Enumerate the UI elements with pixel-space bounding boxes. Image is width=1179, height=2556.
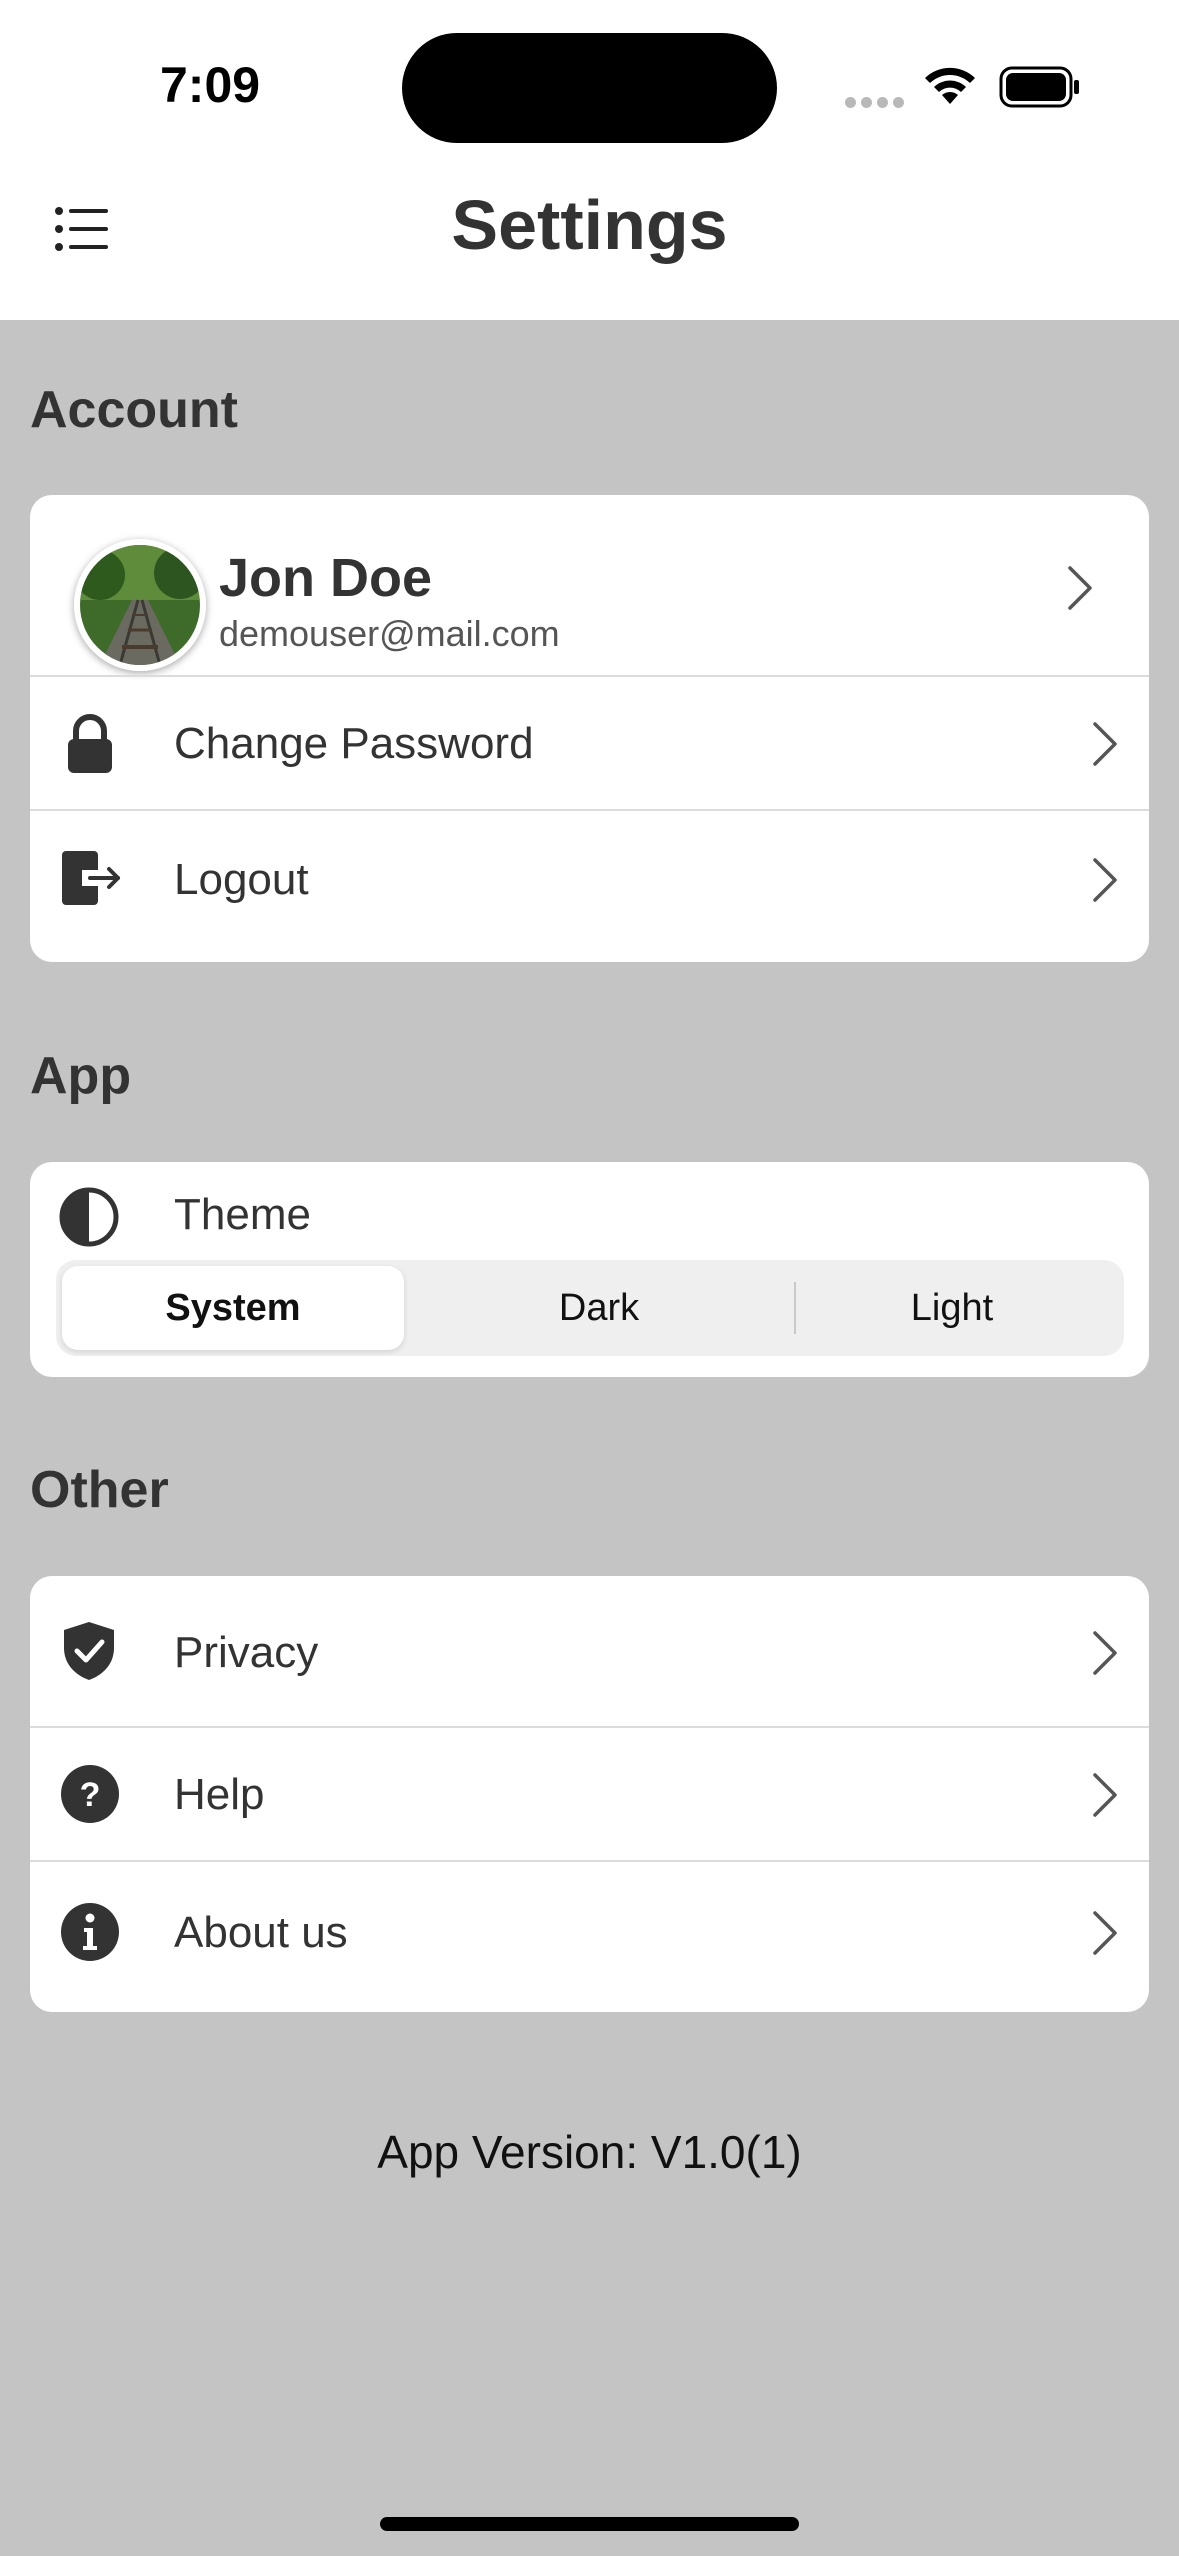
chevron-right-icon (1093, 858, 1117, 902)
theme-label: Theme (174, 1190, 311, 1239)
contrast-icon (59, 1187, 119, 1247)
account-card: Jon Doe demouser@mail.com Change Passwor… (30, 495, 1149, 962)
theme-option-light[interactable]: Light (786, 1266, 1118, 1350)
other-card: Privacy ? Help About us (30, 1576, 1149, 2012)
user-email: demouser@mail.com (219, 613, 560, 654)
logout-row[interactable]: Logout (30, 809, 1149, 962)
wifi-icon (925, 67, 975, 104)
privacy-row[interactable]: Privacy (30, 1576, 1149, 1726)
top-bar: 7:09 Settings (0, 0, 1179, 320)
section-title-app: App (30, 1047, 132, 1105)
app-version: App Version: V1.0(1) (377, 2126, 802, 2178)
change-password-label: Change Password (174, 719, 534, 768)
logout-label: Logout (174, 855, 309, 904)
battery-icon (999, 66, 1079, 108)
svg-text:?: ? (80, 1776, 101, 1814)
chevron-right-icon (1093, 1773, 1117, 1817)
shield-check-icon (64, 1622, 114, 1680)
help-row[interactable]: ? Help (30, 1726, 1149, 1862)
chevron-right-icon (1093, 1911, 1117, 1955)
lock-icon (68, 714, 112, 773)
chevron-right-icon (1068, 566, 1092, 610)
avatar (74, 539, 206, 671)
user-name: Jon Doe (219, 548, 433, 608)
section-title-account: Account (30, 381, 238, 439)
info-circle-icon (61, 1903, 119, 1961)
dynamic-island (402, 33, 777, 143)
theme-option-dark[interactable]: Dark (428, 1266, 770, 1350)
app-card: Theme System Dark Light (30, 1162, 1149, 1377)
about-us-row[interactable]: About us (30, 1860, 1149, 2012)
cellular-signal-icon (845, 95, 909, 113)
chevron-right-icon (1093, 1631, 1117, 1675)
theme-segmented-control: System Dark Light (56, 1260, 1124, 1356)
page-title: Settings (451, 186, 728, 264)
chevron-right-icon (1093, 722, 1117, 766)
privacy-label: Privacy (174, 1628, 319, 1677)
section-title-other: Other (30, 1461, 169, 1519)
logout-icon (62, 851, 120, 905)
help-label: Help (174, 1770, 265, 1819)
home-indicator[interactable] (380, 2517, 799, 2531)
profile-row[interactable]: Jon Doe demouser@mail.com (30, 495, 1149, 675)
theme-option-system[interactable]: System (62, 1266, 404, 1350)
status-time: 7:09 (160, 57, 261, 113)
change-password-row[interactable]: Change Password (30, 675, 1149, 811)
question-circle-icon: ? (61, 1765, 119, 1823)
about-us-label: About us (174, 1908, 348, 1957)
